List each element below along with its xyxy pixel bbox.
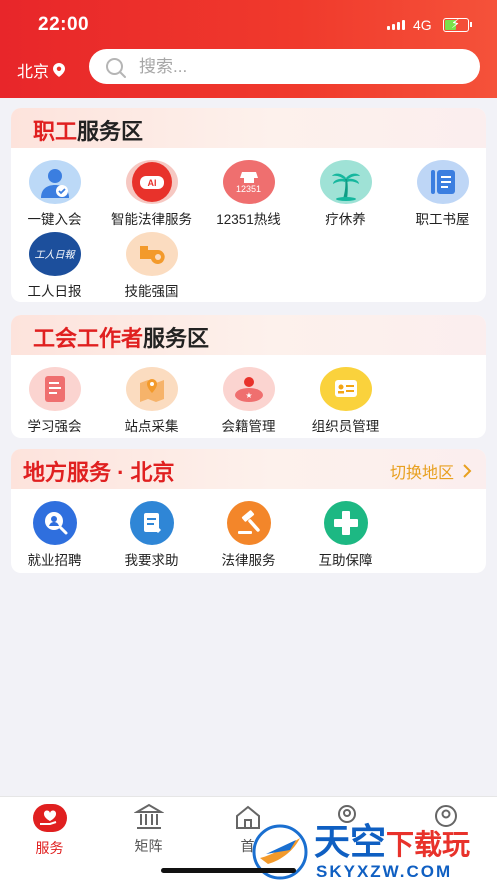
search-bar[interactable] xyxy=(89,49,480,84)
service-label: 我要求助 xyxy=(124,553,179,568)
service-label: 站点采集 xyxy=(124,419,179,434)
gavel-icon xyxy=(226,501,271,545)
city-selector[interactable]: 北京 xyxy=(17,58,66,82)
service-label: 疗休养 xyxy=(325,212,366,227)
status-bar: 22:00 4G ⚡ xyxy=(0,14,497,38)
service-site-collection[interactable]: 站点采集 xyxy=(103,367,200,435)
section-header: 工会工作者服务区 xyxy=(11,315,486,355)
medical-cross-icon xyxy=(323,501,368,545)
switch-region-button[interactable]: 切换地区 xyxy=(390,459,472,483)
id-card-icon xyxy=(319,367,372,411)
home-indicator xyxy=(161,868,296,873)
search-input[interactable] xyxy=(137,55,461,79)
service-skills[interactable]: 技能强国 xyxy=(103,232,200,300)
job-search-icon xyxy=(32,501,77,545)
tab-label: 服务 xyxy=(35,840,64,856)
cellular-signal-icon xyxy=(387,20,405,30)
whistle-icon xyxy=(125,232,178,276)
service-jobs[interactable]: 就业招聘 xyxy=(11,501,103,569)
service-workers-daily[interactable]: 工人日報 工人日报 xyxy=(11,232,103,300)
city-label: 北京 xyxy=(17,64,50,81)
location-pin-icon xyxy=(53,63,66,77)
tab-service[interactable]: 服务 xyxy=(0,803,99,858)
status-time: 22:00 xyxy=(38,14,90,35)
newspaper-logo-text: 工人日報 xyxy=(34,250,75,261)
svg-text:AI: AI xyxy=(147,178,156,188)
section-title: 地方服务 · 北京 xyxy=(23,460,175,485)
section-header: 地方服务 · 北京 切换地区 xyxy=(11,449,486,489)
study-document-icon xyxy=(28,367,81,411)
service-label: 工人日报 xyxy=(27,284,82,299)
svg-text:★: ★ xyxy=(245,391,252,400)
service-recuperation[interactable]: 疗休养 xyxy=(297,160,394,228)
service-label: 学习强会 xyxy=(27,419,82,434)
hotline-phone-icon: 12351 xyxy=(222,160,275,204)
section-employee-services: 职工服务区 一键入会 AI 智能法律服务 12351 12351热线 疗休养 职… xyxy=(11,108,486,302)
tab-label: 矩阵 xyxy=(134,838,163,854)
network-type: 4G xyxy=(413,17,432,33)
service-help[interactable]: 我要求助 xyxy=(103,501,200,569)
service-label: 技能强国 xyxy=(124,284,179,299)
service-hotline[interactable]: 12351 12351热线 xyxy=(200,160,297,228)
section-local-services: 地方服务 · 北京 切换地区 就业招聘 我要求助 法律服务 互助保障 xyxy=(11,449,486,573)
ai-legal-icon: AI xyxy=(125,160,178,204)
service-label: 职工书屋 xyxy=(415,212,470,227)
watermark-domain: SKYXZW.COM xyxy=(316,862,453,881)
service-ai-legal[interactable]: AI 智能法律服务 xyxy=(103,160,200,228)
help-request-icon xyxy=(129,501,174,545)
section-header: 职工服务区 xyxy=(11,108,486,148)
service-label: 会籍管理 xyxy=(221,419,276,434)
service-legal[interactable]: 法律服务 xyxy=(200,501,297,569)
battery-icon: ⚡ xyxy=(443,16,472,32)
chevron-right-icon xyxy=(463,464,472,478)
service-label: 组织员管理 xyxy=(311,419,380,434)
service-study[interactable]: 学习强会 xyxy=(11,367,103,435)
tab-matrix[interactable]: 矩阵 xyxy=(99,803,198,856)
membership-badge-icon: ★ xyxy=(222,367,275,411)
watermark-brand: 天空下载玩 xyxy=(314,821,471,862)
service-label: 法律服务 xyxy=(221,553,276,568)
hotline-number: 12351 xyxy=(235,184,262,194)
service-mutual-aid[interactable]: 互助保障 xyxy=(297,501,394,569)
service-hand-heart-icon xyxy=(32,804,67,832)
service-label: 智能法律服务 xyxy=(111,212,192,227)
service-label: 12351热线 xyxy=(216,212,281,227)
service-membership[interactable]: ★ 会籍管理 xyxy=(200,367,297,435)
watermark-logo: 天空下载玩 SKYXZW.COM xyxy=(252,822,497,883)
switch-region-label: 切换地区 xyxy=(389,465,454,482)
service-join-union[interactable]: 一键入会 xyxy=(11,160,103,228)
search-icon xyxy=(106,58,126,78)
workers-daily-logo-icon: 工人日報 xyxy=(28,232,81,276)
watermark-plane-icon xyxy=(252,824,308,880)
service-label: 一键入会 xyxy=(27,212,82,227)
service-label: 就业招聘 xyxy=(27,553,82,568)
section-union-worker-services: 工会工作者服务区 学习强会 站点采集 ★ 会籍管理 组织员管理 xyxy=(11,315,486,438)
service-book-house[interactable]: 职工书屋 xyxy=(394,160,486,228)
join-union-icon xyxy=(28,160,81,204)
palm-tree-icon xyxy=(319,160,372,204)
building-columns-icon xyxy=(132,803,165,829)
service-label: 互助保障 xyxy=(318,553,373,568)
app-header: 22:00 4G ⚡ 北京 xyxy=(0,0,497,98)
service-organizer[interactable]: 组织员管理 xyxy=(297,367,394,435)
book-icon xyxy=(416,160,469,204)
section-title: 工会工作者服务区 xyxy=(33,326,210,351)
section-title: 职工服务区 xyxy=(33,119,144,144)
map-pin-icon xyxy=(125,367,178,411)
